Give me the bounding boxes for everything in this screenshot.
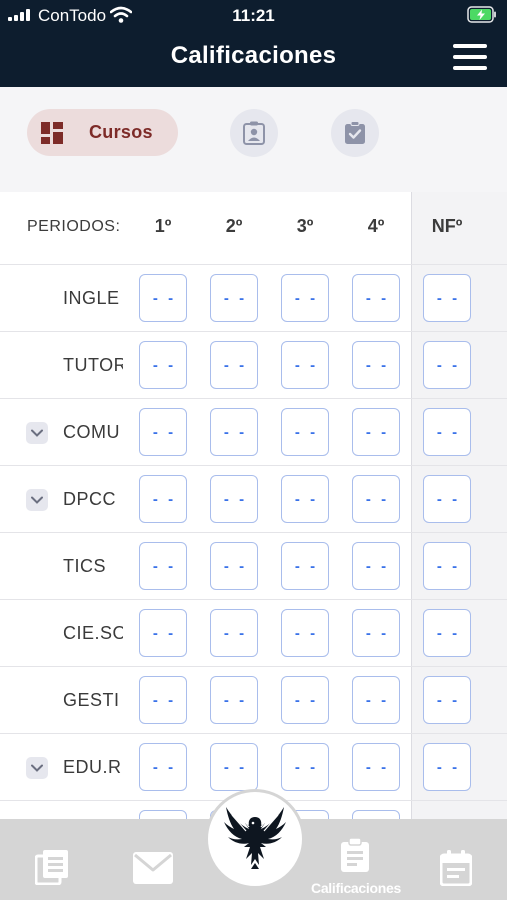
grade-cell[interactable]: - -: [281, 408, 329, 456]
nav-calificaciones-label[interactable]: Calificaciones: [300, 880, 412, 896]
grade-cell[interactable]: - -: [281, 341, 329, 389]
period-header: 3º: [296, 216, 314, 236]
tab-cursos[interactable]: Cursos: [27, 109, 178, 156]
grade-cell[interactable]: - -: [139, 408, 187, 456]
course-name: DPCC: [63, 489, 117, 509]
tab-cursos-label: Cursos: [89, 122, 153, 142]
menu-bar: [453, 44, 487, 48]
final-grade-header: NFº: [431, 216, 463, 236]
grade-cell[interactable]: - -: [352, 542, 400, 590]
course-name: CIE.SO: [63, 623, 123, 643]
menu-bar: [453, 66, 487, 70]
final-grade-cell[interactable]: - -: [423, 341, 471, 389]
school-logo[interactable]: [205, 789, 305, 889]
grade-cell[interactable]: - -: [139, 542, 187, 590]
grade-cell[interactable]: - -: [210, 542, 258, 590]
grade-cell[interactable]: - -: [352, 609, 400, 657]
course-name: TICS: [63, 556, 107, 576]
course-row: GESTI - - - - - - - - - -: [0, 666, 507, 733]
course-name: TUTOR: [63, 355, 123, 375]
final-grade-cell[interactable]: - -: [423, 542, 471, 590]
final-grade-cell[interactable]: - -: [423, 676, 471, 724]
chevron-down-icon[interactable]: [26, 489, 48, 511]
view-tabs: Cursos: [0, 87, 507, 192]
grade-cell[interactable]: - -: [281, 542, 329, 590]
final-grade-cell[interactable]: - -: [423, 408, 471, 456]
grade-cell[interactable]: - -: [281, 274, 329, 322]
period-header: 1º: [154, 216, 172, 236]
grade-cell[interactable]: - -: [210, 274, 258, 322]
menu-bar: [453, 55, 487, 59]
periods-header: PERIODOS: 1º 2º 3º 4º NFº: [0, 192, 507, 264]
grade-cell[interactable]: - -: [352, 274, 400, 322]
grade-cell[interactable]: - -: [352, 408, 400, 456]
grade-cell[interactable]: - -: [139, 341, 187, 389]
period-header: 2º: [225, 216, 243, 236]
calendar-icon[interactable]: [440, 850, 472, 886]
tab-assignments[interactable]: [331, 109, 379, 157]
grade-cell[interactable]: - -: [139, 475, 187, 523]
course-row: DPCC - - - - - - - - - -: [0, 465, 507, 532]
grade-cell[interactable]: - -: [210, 475, 258, 523]
grade-cell[interactable]: - -: [210, 676, 258, 724]
final-grade-cell[interactable]: - -: [423, 274, 471, 322]
chevron-down-icon[interactable]: [26, 422, 48, 444]
clipboard-check-icon: [345, 121, 365, 144]
period-header: 4º: [367, 216, 385, 236]
grade-cell[interactable]: - -: [352, 676, 400, 724]
chevron-down-icon[interactable]: [26, 757, 48, 779]
grade-cell[interactable]: - -: [139, 743, 187, 791]
course-name: INGLE: [63, 288, 120, 308]
periods-label: PERIODOS:: [27, 218, 121, 235]
final-grade-cell[interactable]: - -: [423, 609, 471, 657]
grade-cell[interactable]: - -: [281, 743, 329, 791]
course-row: TICS - - - - - - - - - -: [0, 532, 507, 599]
course-row: CIE.SO - - - - - - - - - -: [0, 599, 507, 666]
grade-cell[interactable]: - -: [139, 609, 187, 657]
grade-cell[interactable]: - -: [281, 475, 329, 523]
app-header: ConTodo 11:21 Calificaciones: [0, 0, 507, 87]
grade-cell[interactable]: - -: [281, 609, 329, 657]
course-row: INGLE - - - - - - - - - -: [0, 264, 507, 331]
grade-cell[interactable]: - -: [210, 341, 258, 389]
clipboard-list-icon[interactable]: [340, 837, 370, 873]
final-grade-cell[interactable]: - -: [423, 475, 471, 523]
grades-grid[interactable]: PERIODOS: 1º 2º 3º 4º NFº INGLE - - - - …: [0, 192, 507, 819]
final-grade-cell[interactable]: - -: [423, 743, 471, 791]
course-name: GESTI: [63, 690, 120, 710]
page-title: Calificaciones: [170, 42, 337, 69]
grade-cell[interactable]: - -: [139, 676, 187, 724]
grade-cell[interactable]: - -: [281, 676, 329, 724]
grade-cell[interactable]: - -: [210, 609, 258, 657]
grade-cell[interactable]: [352, 810, 400, 819]
dashboard-icon: [41, 121, 63, 144]
grade-cell[interactable]: - -: [352, 743, 400, 791]
course-row: TUTOR - - - - - - - - - -: [0, 331, 507, 398]
status-bar: ConTodo 11:21: [0, 0, 507, 30]
grade-cell[interactable]: - -: [210, 743, 258, 791]
grade-cell[interactable]: - -: [210, 408, 258, 456]
tab-profile[interactable]: [230, 109, 278, 157]
course-name: EDU.R: [63, 757, 122, 777]
course-name: COMU: [63, 422, 120, 442]
grade-cell[interactable]: - -: [352, 341, 400, 389]
grade-cell[interactable]: - -: [352, 475, 400, 523]
course-row: COMU - - - - - - - - - -: [0, 398, 507, 465]
id-badge-icon: [243, 121, 265, 145]
menu-button[interactable]: [453, 44, 487, 70]
mail-icon[interactable]: [133, 852, 173, 884]
grade-cell[interactable]: [139, 810, 187, 819]
books-icon[interactable]: [35, 849, 69, 885]
battery-charging-icon: [467, 6, 496, 23]
eagle-logo-icon: [224, 807, 286, 869]
grade-cell[interactable]: - -: [139, 274, 187, 322]
status-time: 11:21: [232, 6, 275, 25]
